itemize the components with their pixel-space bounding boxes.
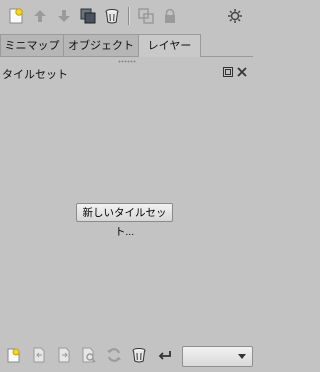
new-layer-icon[interactable] <box>6 6 26 26</box>
new-tileset-icon[interactable] <box>5 346 23 364</box>
move-up-icon[interactable] <box>30 6 50 26</box>
delete-tileset-icon[interactable] <box>130 346 148 364</box>
tileset-select[interactable] <box>182 346 253 367</box>
toolbar-separator <box>128 7 129 25</box>
tab-objects[interactable]: オブジェクト <box>63 34 139 56</box>
merge-icon[interactable] <box>136 6 156 26</box>
new-tileset-button[interactable]: 新しいタイルセット... <box>76 203 173 238</box>
panel-title: タイルセット <box>2 68 68 81</box>
refresh-icon[interactable] <box>105 346 123 364</box>
export-icon[interactable] <box>55 346 73 364</box>
delete-icon[interactable] <box>102 6 122 26</box>
import-icon[interactable] <box>30 346 48 364</box>
tab-layers[interactable]: レイヤー <box>138 34 201 57</box>
lock-icon[interactable] <box>160 6 180 26</box>
layers-toolbar <box>0 0 253 34</box>
move-down-icon[interactable] <box>54 6 74 26</box>
back-icon[interactable] <box>156 346 174 364</box>
dock-resize-handle[interactable] <box>118 60 136 63</box>
float-panel-icon[interactable] <box>222 66 234 78</box>
close-panel-icon[interactable] <box>236 66 248 78</box>
dock-tabs: ミニマップ オブジェクト レイヤー <box>0 34 253 57</box>
tab-minimap[interactable]: ミニマップ <box>0 34 64 56</box>
settings-icon[interactable] <box>225 6 245 26</box>
edit-tileset-icon[interactable] <box>80 346 98 364</box>
chevron-down-icon <box>238 354 246 359</box>
duplicate-icon[interactable] <box>78 6 98 26</box>
